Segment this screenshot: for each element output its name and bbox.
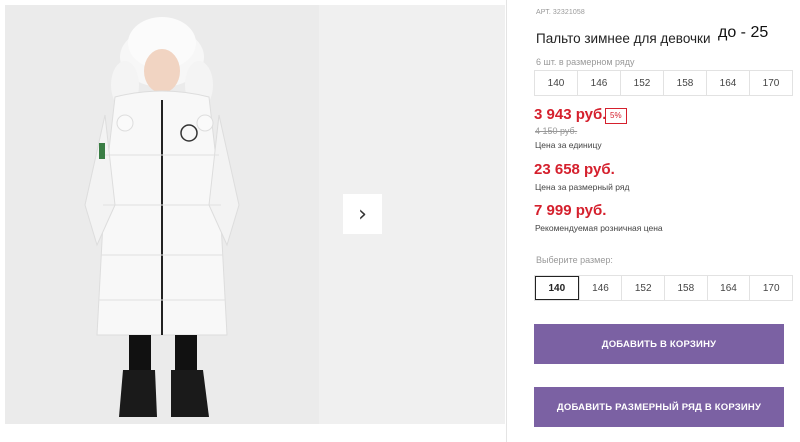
size-option-146[interactable]: 146 bbox=[578, 276, 622, 300]
size-row-cell: 158 bbox=[663, 71, 706, 95]
unit-price: 3 943 руб. bbox=[534, 106, 607, 123]
size-option-170[interactable]: 170 bbox=[749, 276, 792, 300]
product-photo[interactable] bbox=[5, 5, 319, 424]
row-price: 23 658 руб. bbox=[534, 161, 615, 178]
size-row-table: 140 146 152 158 164 170 bbox=[534, 70, 793, 96]
size-option-164[interactable]: 164 bbox=[706, 276, 750, 300]
size-row-caption: 6 шт. в размерном ряду bbox=[536, 57, 635, 67]
product-title: Пальто зимнее для девочки bbox=[536, 31, 711, 46]
size-option-158[interactable]: 158 bbox=[664, 276, 707, 300]
add-to-cart-button[interactable]: ДОБАВИТЬ В КОРЗИНУ bbox=[534, 324, 784, 364]
row-price-caption: Цена за размерный ряд bbox=[535, 182, 630, 192]
chevron-right-icon: › bbox=[358, 201, 367, 227]
handwritten-note: до - 25 bbox=[718, 24, 769, 41]
discount-badge: 5% bbox=[605, 108, 627, 124]
divider bbox=[506, 0, 507, 442]
size-row-cell: 152 bbox=[620, 71, 663, 95]
size-picker: 140 146 152 158 164 170 bbox=[534, 275, 793, 301]
article-number: АРТ. 32321058 bbox=[536, 9, 585, 16]
size-option-140[interactable]: 140 bbox=[535, 276, 579, 300]
size-option-152[interactable]: 152 bbox=[621, 276, 664, 300]
retail-price-caption: Рекомендуемая розничная цена bbox=[535, 223, 663, 233]
girl-in-white-coat-image bbox=[5, 5, 319, 424]
next-image-button[interactable]: › bbox=[343, 194, 382, 234]
size-row-cell: 140 bbox=[547, 77, 565, 89]
size-row-cell: 146 bbox=[577, 71, 620, 95]
unit-price-caption: Цена за единицу bbox=[535, 140, 602, 150]
add-size-row-to-cart-button[interactable]: ДОБАВИТЬ РАЗМЕРНЫЙ РЯД В КОРЗИНУ bbox=[534, 387, 784, 427]
retail-price: 7 999 руб. bbox=[534, 202, 607, 219]
old-price: 4 150 руб. bbox=[535, 126, 578, 136]
size-row-cell: 164 bbox=[706, 71, 749, 95]
size-picker-label: Выберите размер: bbox=[536, 255, 613, 265]
size-row-cell: 170 bbox=[749, 71, 792, 95]
product-info-panel: АРТ. 32321058 Пальто зимнее для девочки … bbox=[534, 0, 794, 442]
product-gallery: › bbox=[0, 0, 506, 442]
